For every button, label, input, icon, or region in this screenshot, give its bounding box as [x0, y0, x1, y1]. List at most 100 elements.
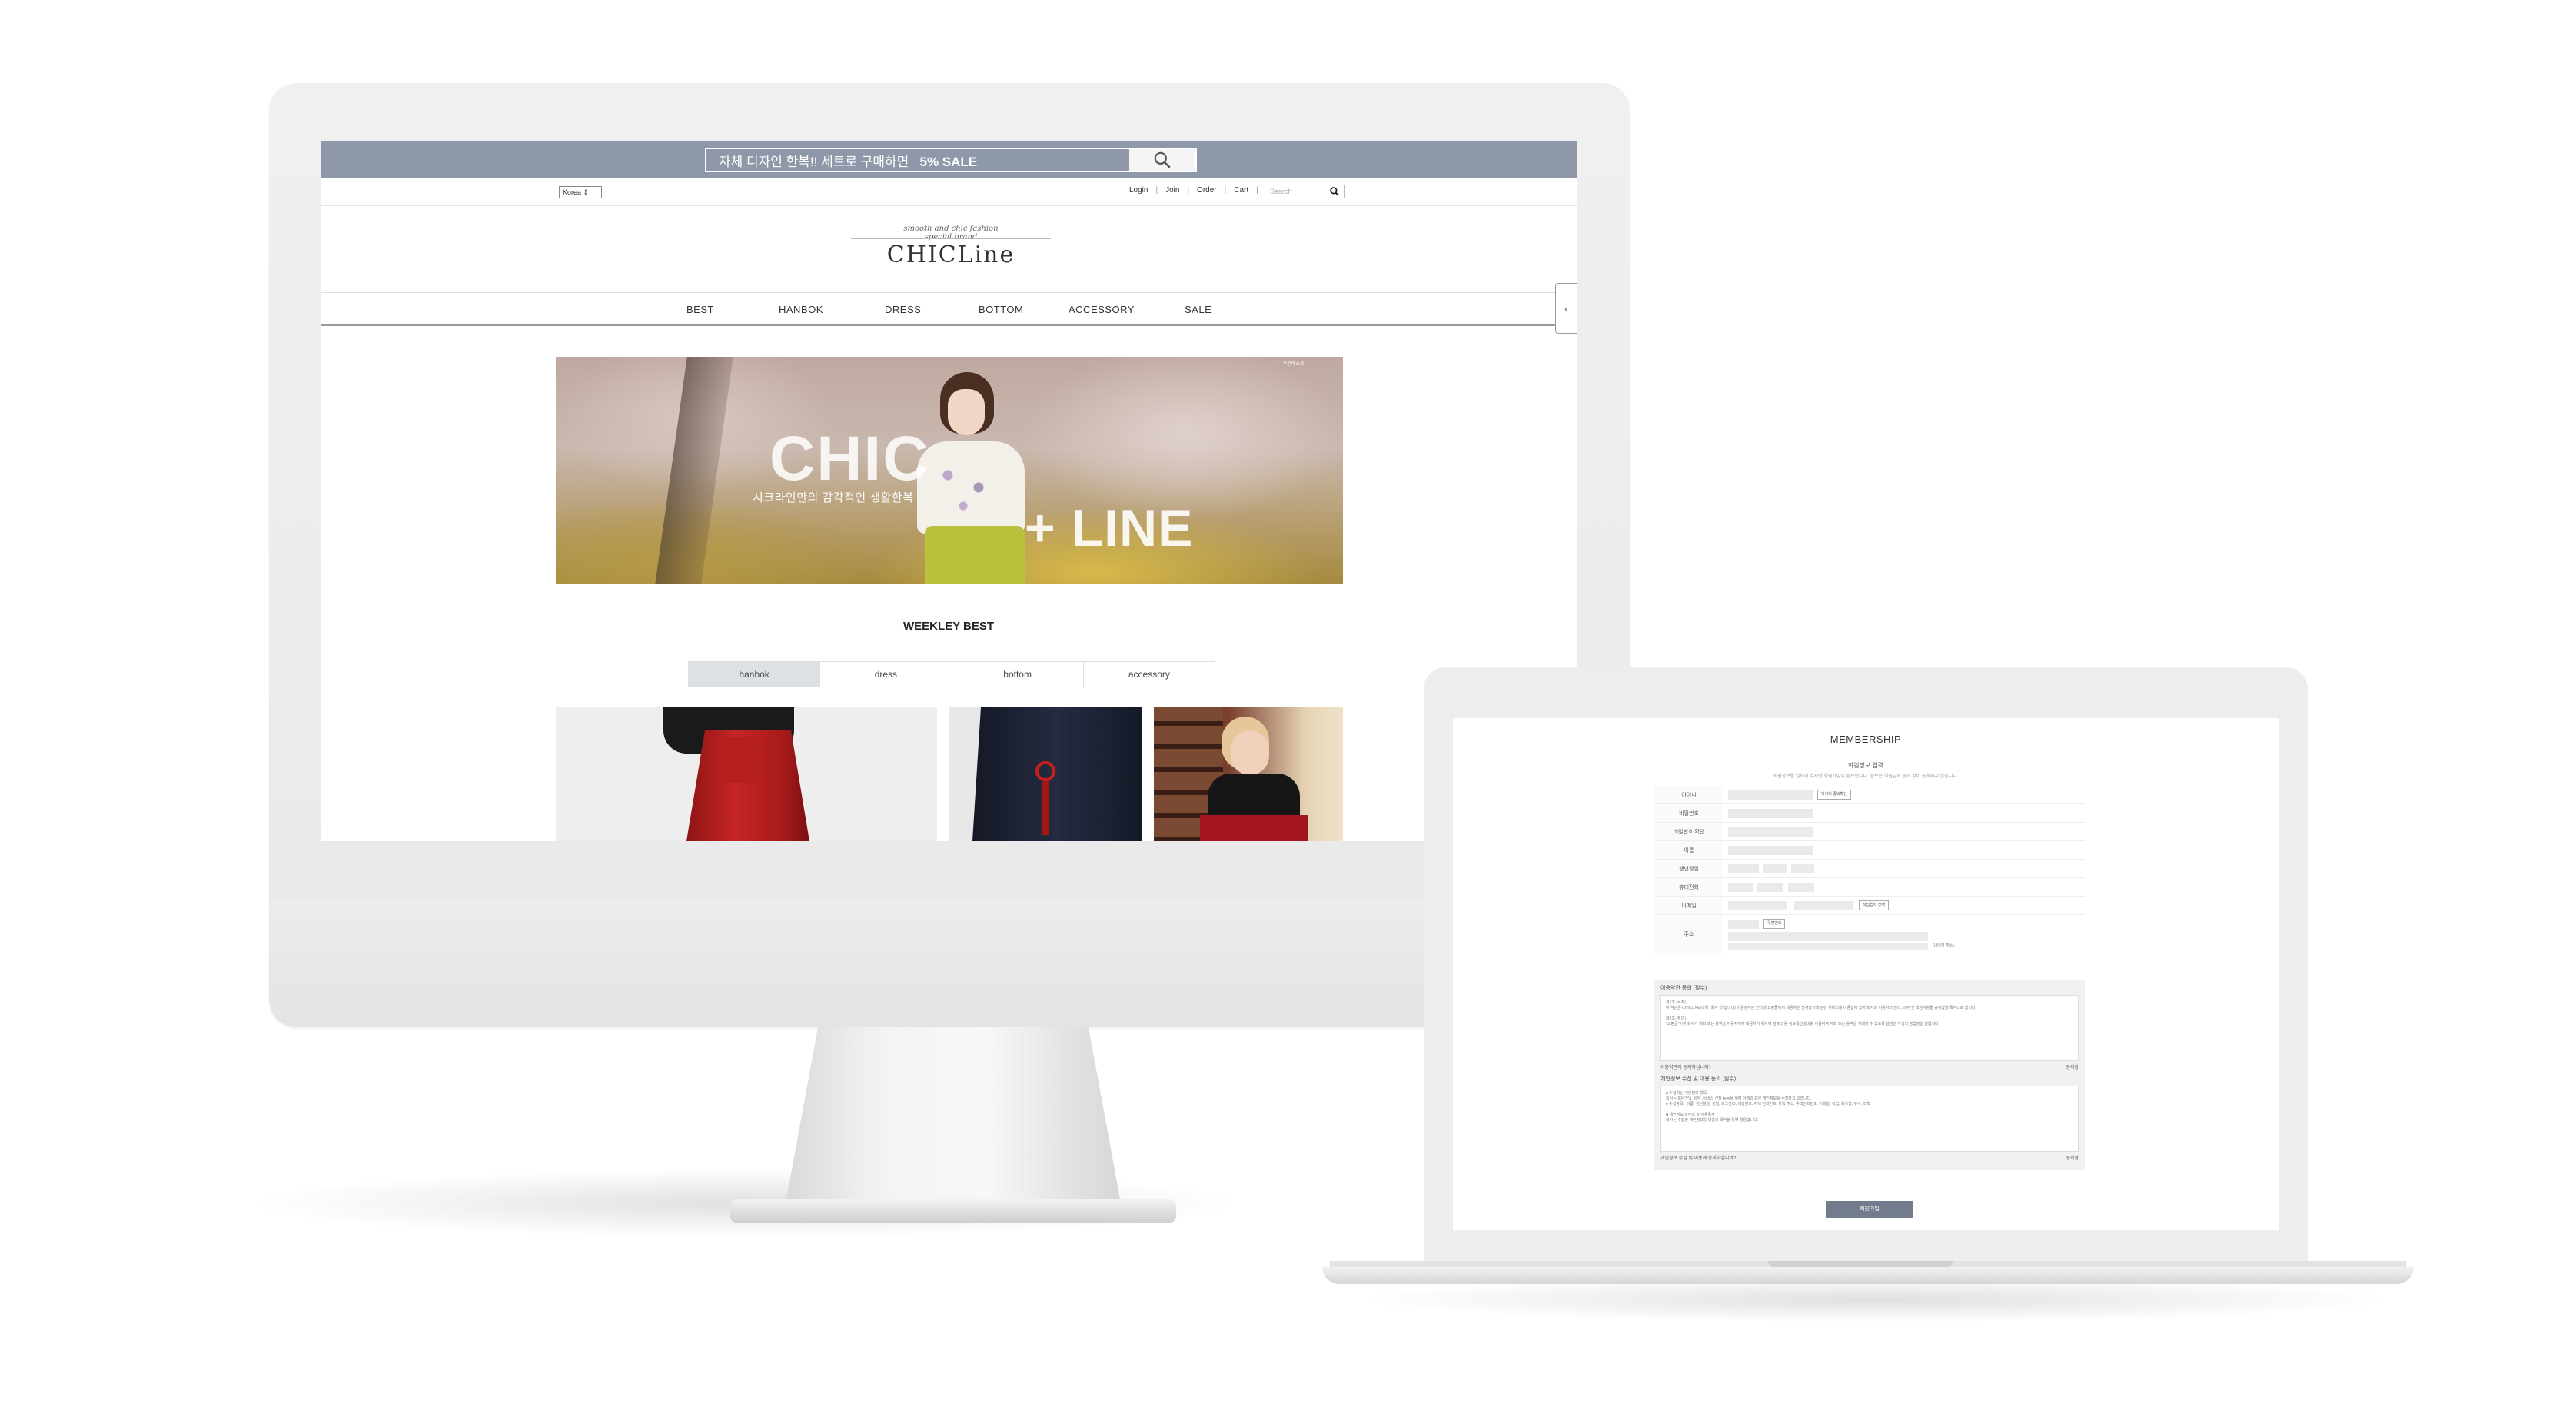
privacy-textbox[interactable]: ■ 수집하는 개인정보 항목 회사는 회원가입, 상담, 서비스 신청 등등을 … — [1660, 1086, 2079, 1152]
imac-foot — [730, 1199, 1176, 1223]
nav-best[interactable]: BEST — [686, 304, 714, 315]
chevron-left-icon: ‹ — [1564, 302, 1568, 314]
password-confirm-input[interactable] — [1728, 827, 1813, 837]
language-select[interactable]: Korea ⇕ — [559, 186, 602, 198]
address-input[interactable] — [1728, 932, 1928, 941]
membership-title: MEMBERSHIP — [1830, 734, 1902, 745]
tab-dress[interactable]: dress — [820, 662, 952, 687]
product-knot — [1035, 761, 1055, 781]
birth-month-input[interactable] — [1763, 864, 1787, 873]
weekly-tabs: hanbok dress bottom accessory — [688, 661, 1215, 687]
terms-textbox[interactable]: 제1조 (목적) 이 약관은 CHICLINE(이하 "회사"라 합니다)가 운… — [1660, 995, 2079, 1061]
membership-note: 회원정보를 입력해 주시면 회원가입이 완료됩니다. 정보는 회원님의 동의 없… — [1773, 774, 1959, 779]
laptop-base — [1322, 1267, 2414, 1284]
imac-stand — [784, 1027, 1122, 1212]
logo-divider — [851, 238, 1051, 239]
nav-dress[interactable]: DRESS — [885, 304, 921, 315]
form-row-birth: 생년월일 — [1654, 860, 2085, 878]
promo-search-button[interactable] — [1129, 149, 1195, 171]
privacy-line: 회사는 회원가입, 상담, 서비스 신청 등등을 위해 아래와 같은 개인정보를… — [1666, 1096, 1812, 1101]
nav-bottom[interactable]: BOTTOM — [979, 304, 1023, 315]
tab-bottom[interactable]: bottom — [952, 662, 1084, 687]
model-jacket — [917, 441, 1025, 534]
terms-section: 이용약관 동의 (필수) 제1조 (목적) 이 약관은 CHICLINE(이하 … — [1654, 980, 2085, 1170]
product-thumbnail[interactable] — [949, 707, 1142, 841]
privacy-agree-question: 개인정보 수집 및 이용에 동의하십니까? — [1660, 1156, 1737, 1161]
utility-links: Login | Join | Order | Cart | — [1129, 186, 1258, 195]
terms-agree-checkbox[interactable]: 동의함 — [2066, 1063, 2079, 1070]
product-bow — [721, 737, 760, 783]
field-label: 이름 — [1654, 841, 1723, 859]
privacy-title: 개인정보 수집 및 이용 동의 (필수) — [1660, 1076, 1737, 1082]
email-domain-select[interactable]: 직접입력 선택 — [1859, 900, 1889, 910]
signup-submit-button[interactable]: 회원가입 — [1826, 1201, 1913, 1218]
model-skirt — [1200, 815, 1308, 841]
terms-line: 이 약관은 CHICLINE(이하 "회사"라 합니다)가 운영하는 인터넷 쇼… — [1666, 1006, 1976, 1010]
sidebar-toggle[interactable]: ‹ — [1555, 283, 1577, 334]
main-nav: BEST HANBOK DRESS BOTTOM ACCESSORY SALE — [321, 292, 1577, 326]
form-row-password-confirm: 비밀번호 확인 — [1654, 823, 2085, 841]
join-link[interactable]: Join — [1165, 186, 1179, 195]
weekly-best-title: WEEKLEY BEST — [902, 620, 995, 633]
nav-accessory[interactable]: ACCESSORY — [1069, 304, 1135, 315]
search-icon[interactable] — [1329, 186, 1340, 197]
model-face — [948, 389, 985, 435]
zipcode-button[interactable]: 우편번호 — [1763, 919, 1786, 929]
field-label: 비밀번호 — [1654, 804, 1723, 822]
tab-accessory[interactable]: accessory — [1084, 662, 1215, 687]
phone-middle-input[interactable] — [1757, 883, 1783, 892]
address-detail-label: (나머지 주소) — [1933, 943, 1954, 948]
address-detail-input[interactable] — [1728, 943, 1928, 950]
phone-last-input[interactable] — [1788, 883, 1814, 892]
banner-mini-label: 주간베스트 — [1283, 362, 1305, 367]
birth-day-input[interactable] — [1791, 864, 1814, 873]
nav-sale[interactable]: SALE — [1185, 304, 1212, 315]
zipcode-input[interactable] — [1728, 920, 1759, 929]
privacy-agree-row: 개인정보 수집 및 이용에 동의하십니까? 동의함 — [1660, 1154, 2079, 1161]
phone-prefix-select[interactable] — [1728, 883, 1753, 892]
product-thumbnail[interactable] — [556, 707, 937, 841]
privacy-line: ■ 수집하는 개인정보 항목 — [1666, 1091, 1707, 1096]
field-label: 주소 — [1654, 915, 1723, 953]
name-input[interactable] — [1728, 846, 1813, 855]
privacy-line: ο 수집항목 : 이름, 생년월일, 성별, 로그인ID, 비밀번호, 자택 전… — [1666, 1102, 1870, 1106]
laptop-screen: MEMBERSHIP 회원정보 입력 회원정보를 입력해 주시면 회원가입이 완… — [1453, 718, 2279, 1230]
privacy-agree-checkbox[interactable]: 동의함 — [2066, 1154, 2079, 1161]
product-tassel — [1042, 781, 1049, 835]
tab-hanbok[interactable]: hanbok — [689, 662, 821, 687]
terms-agree-row: 이용약관에 동의하십니까? 동의함 — [1660, 1063, 2079, 1070]
terms-title: 이용약관 동의 (필수) — [1660, 986, 1707, 991]
model-head — [1231, 730, 1269, 775]
product-thumbnail[interactable] — [1154, 707, 1343, 841]
form-row-phone: 휴대전화 — [1654, 878, 2085, 897]
product-skirt — [972, 707, 1142, 841]
nav-hanbok[interactable]: HANBOK — [779, 304, 823, 315]
banner-subtitle: 시크라인만의 감각적인 생활한복 — [753, 491, 914, 504]
banner-chic-text: CHIC — [769, 424, 930, 494]
banner-line-text: + LINE — [1025, 499, 1194, 557]
order-link[interactable]: Order — [1197, 186, 1217, 195]
birth-year-input[interactable] — [1728, 864, 1759, 873]
cart-link[interactable]: Cart — [1234, 186, 1248, 195]
email-domain-input[interactable] — [1794, 901, 1853, 910]
email-id-input[interactable] — [1728, 901, 1787, 910]
membership-subtitle: 회원정보 입력 — [1847, 762, 1884, 769]
form-row-email: 이메일 직접입력 선택 — [1654, 897, 2085, 915]
form-row-address: 주소 우편번호 (나머지 주소) — [1654, 915, 2085, 953]
tree-trunk-graphic — [655, 357, 733, 584]
login-link[interactable]: Login — [1129, 186, 1148, 195]
utility-bar: Korea ⇕ Login | Join | Order | Cart | Search — [321, 178, 1577, 206]
promo-search-box[interactable]: 자체 디자인 한복!! 세트로 구매하면 5% SALE — [705, 148, 1197, 172]
password-input[interactable] — [1728, 809, 1813, 818]
terms-line: 제1조 (목적) — [1666, 1000, 1686, 1005]
promo-highlight: 5% SALE — [919, 154, 978, 169]
divider: | — [1256, 186, 1258, 195]
divider: | — [1224, 186, 1227, 195]
field-label: 비밀번호 확인 — [1654, 823, 1723, 840]
id-input[interactable] — [1728, 790, 1813, 800]
form-row-password: 비밀번호 — [1654, 804, 2085, 823]
promo-text: 자체 디자인 한복!! 세트로 구매하면 5% SALE — [706, 151, 1129, 170]
site-logo[interactable]: CHICLine — [859, 241, 1043, 268]
hero-banner[interactable]: CHIC 시크라인만의 감각적인 생활한복 + LINE 주간베스트 — [556, 357, 1343, 584]
check-id-button[interactable]: 아이디 중복확인 — [1817, 790, 1851, 800]
